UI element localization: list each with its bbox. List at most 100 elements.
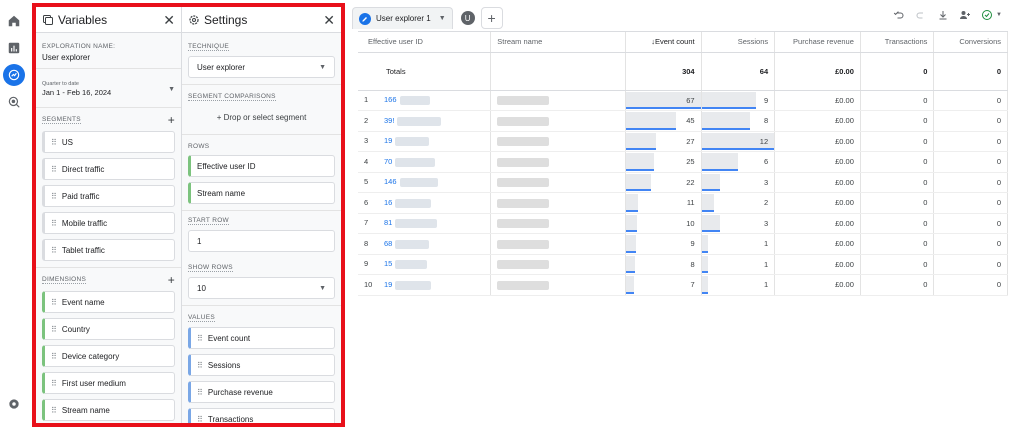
dimension-device-category[interactable]: ⠿ Device category bbox=[42, 345, 175, 367]
value-metric-purchase-revenue[interactable]: ⠿ Purchase revenue bbox=[188, 381, 335, 403]
user-id-link[interactable]: 146 bbox=[384, 177, 397, 186]
value-bar bbox=[701, 255, 708, 273]
drop-segment-zone[interactable]: + Drop or select segment bbox=[188, 106, 335, 128]
dimension-stream-name[interactable]: ⠿ Stream name bbox=[42, 399, 175, 421]
close-icon[interactable]: ✕ bbox=[163, 13, 175, 27]
drag-handle-icon[interactable]: ⠿ bbox=[51, 192, 57, 201]
row-number: 3 bbox=[364, 136, 369, 146]
table-row[interactable]: 8 68 9 1 £0.00 0 0 bbox=[358, 233, 1008, 255]
download-icon[interactable] bbox=[936, 8, 950, 22]
drag-handle-icon[interactable]: ⠿ bbox=[51, 406, 57, 415]
segment-us[interactable]: ⠿ US bbox=[42, 131, 175, 153]
settings-icon[interactable] bbox=[6, 396, 22, 412]
drag-handle-icon[interactable]: ⠿ bbox=[51, 219, 57, 228]
user-id-cell[interactable]: 10 19 bbox=[358, 274, 492, 296]
drag-handle-icon[interactable]: ⠿ bbox=[51, 379, 57, 388]
user-id-link[interactable]: 15 bbox=[384, 259, 392, 268]
table-row[interactable]: 6 16 11 2 £0.00 0 0 bbox=[358, 192, 1008, 214]
event-count-cell: 67 bbox=[625, 90, 702, 111]
table-row[interactable]: 3 19 27 12 £0.00 0 0 bbox=[358, 131, 1008, 152]
totals-transactions: 0 bbox=[860, 52, 935, 91]
user-id-cell[interactable]: 5 146 bbox=[358, 172, 492, 193]
sessions-cell: 1 bbox=[701, 233, 776, 255]
drag-handle-icon[interactable]: ⠿ bbox=[51, 298, 57, 307]
table-row[interactable]: 10 19 7 1 £0.00 0 0 bbox=[358, 274, 1008, 296]
segment-tablet-traffic[interactable]: ⠿ Tablet traffic bbox=[42, 239, 175, 261]
technique-select[interactable]: User explorer ▼ bbox=[188, 56, 335, 78]
segment-direct-traffic[interactable]: ⠿ Direct traffic bbox=[42, 158, 175, 180]
date-range-picker[interactable]: Quarter to date Jan 1 - Feb 16, 2024 ▼ bbox=[42, 81, 175, 97]
transactions-cell: 0 bbox=[860, 254, 935, 275]
user-id-link[interactable]: 70 bbox=[384, 157, 392, 166]
drag-handle-icon[interactable]: ⠿ bbox=[197, 361, 203, 370]
status-check-button[interactable]: ▼ bbox=[980, 8, 1002, 22]
segment-mobile-traffic[interactable]: ⠿ Mobile traffic bbox=[42, 212, 175, 234]
value-metric-transactions[interactable]: ⠿ Transactions bbox=[188, 408, 335, 423]
column-header-event-count[interactable]: ↓Event count bbox=[625, 32, 702, 53]
tab-user-explorer-1[interactable]: User explorer 1 ▼ bbox=[352, 7, 453, 29]
exploration-name-field[interactable]: User explorer bbox=[42, 53, 175, 62]
user-id-link[interactable]: 166 bbox=[384, 95, 397, 104]
user-id-link[interactable]: 39! bbox=[384, 116, 394, 125]
drag-handle-icon[interactable]: ⠿ bbox=[51, 325, 57, 334]
user-id-cell[interactable]: 9 15 bbox=[358, 254, 492, 275]
column-header-purchase-revenue[interactable]: Purchase revenue bbox=[774, 32, 861, 53]
start-row-input[interactable]: 1 bbox=[188, 230, 335, 252]
column-header-transactions[interactable]: Transactions bbox=[860, 32, 935, 53]
close-icon[interactable]: ✕ bbox=[323, 13, 335, 27]
redo-icon[interactable] bbox=[914, 8, 928, 22]
user-id-cell[interactable]: 7 81 bbox=[358, 213, 492, 234]
reports-icon[interactable] bbox=[6, 40, 22, 56]
segment-comparisons-label: SEGMENT COMPARISONS bbox=[188, 93, 276, 101]
dimension-first-user-medium[interactable]: ⠿ First user medium bbox=[42, 372, 175, 394]
user-id-link[interactable]: 19 bbox=[384, 280, 392, 289]
start-row-label: START ROW bbox=[188, 217, 229, 225]
share-user-icon[interactable] bbox=[958, 8, 972, 22]
user-id-link[interactable]: 81 bbox=[384, 218, 392, 227]
user-id-link[interactable]: 68 bbox=[384, 239, 392, 248]
value-metric-event-count[interactable]: ⠿ Event count bbox=[188, 327, 335, 349]
user-id-cell[interactable]: 4 70 bbox=[358, 151, 492, 173]
table-row[interactable]: 1 166 67 9 £0.00 0 0 bbox=[358, 90, 1008, 111]
show-rows-select[interactable]: 10 ▼ bbox=[188, 277, 335, 299]
add-segment-icon[interactable]: + bbox=[168, 114, 175, 126]
value-metric-sessions[interactable]: ⠿ Sessions bbox=[188, 354, 335, 376]
user-id-cell[interactable]: 2 39! bbox=[358, 110, 492, 132]
drag-handle-icon[interactable]: ⠿ bbox=[51, 246, 57, 255]
advertising-icon[interactable] bbox=[6, 94, 22, 110]
undo-icon[interactable] bbox=[892, 8, 906, 22]
dimension-event-name[interactable]: ⠿ Event name bbox=[42, 291, 175, 313]
row-dimension-stream-name[interactable]: Stream name bbox=[188, 182, 335, 204]
drag-handle-icon[interactable]: ⠿ bbox=[197, 415, 203, 424]
user-badge[interactable]: U bbox=[460, 11, 475, 25]
add-dimension-icon[interactable]: + bbox=[168, 274, 175, 286]
value-bar bbox=[626, 112, 677, 130]
drag-handle-icon[interactable]: ⠿ bbox=[197, 388, 203, 397]
drag-handle-icon[interactable]: ⠿ bbox=[51, 165, 57, 174]
table-row[interactable]: 7 81 10 3 £0.00 0 0 bbox=[358, 213, 1008, 234]
column-header-sessions[interactable]: Sessions bbox=[701, 32, 776, 53]
chevron-down-icon[interactable]: ▼ bbox=[439, 15, 446, 22]
add-tab-button[interactable]: + bbox=[480, 7, 503, 29]
drag-handle-icon[interactable]: ⠿ bbox=[51, 352, 57, 361]
user-id-link[interactable]: 19 bbox=[384, 136, 392, 145]
user-id-cell[interactable]: 8 68 bbox=[358, 233, 492, 255]
table-row[interactable]: 5 146 22 3 £0.00 0 0 bbox=[358, 172, 1008, 193]
drag-handle-icon[interactable]: ⠿ bbox=[197, 334, 203, 343]
user-id-cell[interactable]: 1 166 bbox=[358, 90, 492, 111]
user-id-cell[interactable]: 3 19 bbox=[358, 131, 492, 152]
table-row[interactable]: 4 70 25 6 £0.00 0 0 bbox=[358, 151, 1008, 173]
drag-handle-icon[interactable]: ⠿ bbox=[51, 138, 57, 147]
column-header-effective-user-id[interactable]: Effective user ID bbox=[358, 32, 492, 53]
segment-paid-traffic[interactable]: ⠿ Paid traffic bbox=[42, 185, 175, 207]
home-icon[interactable] bbox=[6, 13, 22, 29]
user-id-cell[interactable]: 6 16 bbox=[358, 192, 492, 214]
table-row[interactable]: 2 39! 45 8 £0.00 0 0 bbox=[358, 110, 1008, 132]
column-header-stream-name[interactable]: Stream name bbox=[490, 32, 627, 53]
row-dimension-effective-user-id[interactable]: Effective user ID bbox=[188, 155, 335, 177]
user-id-link[interactable]: 16 bbox=[384, 198, 392, 207]
table-row[interactable]: 9 15 8 1 £0.00 0 0 bbox=[358, 254, 1008, 275]
column-header-conversions[interactable]: Conversions bbox=[933, 32, 1008, 53]
dimension-country[interactable]: ⠿ Country bbox=[42, 318, 175, 340]
explore-icon[interactable] bbox=[3, 64, 25, 86]
